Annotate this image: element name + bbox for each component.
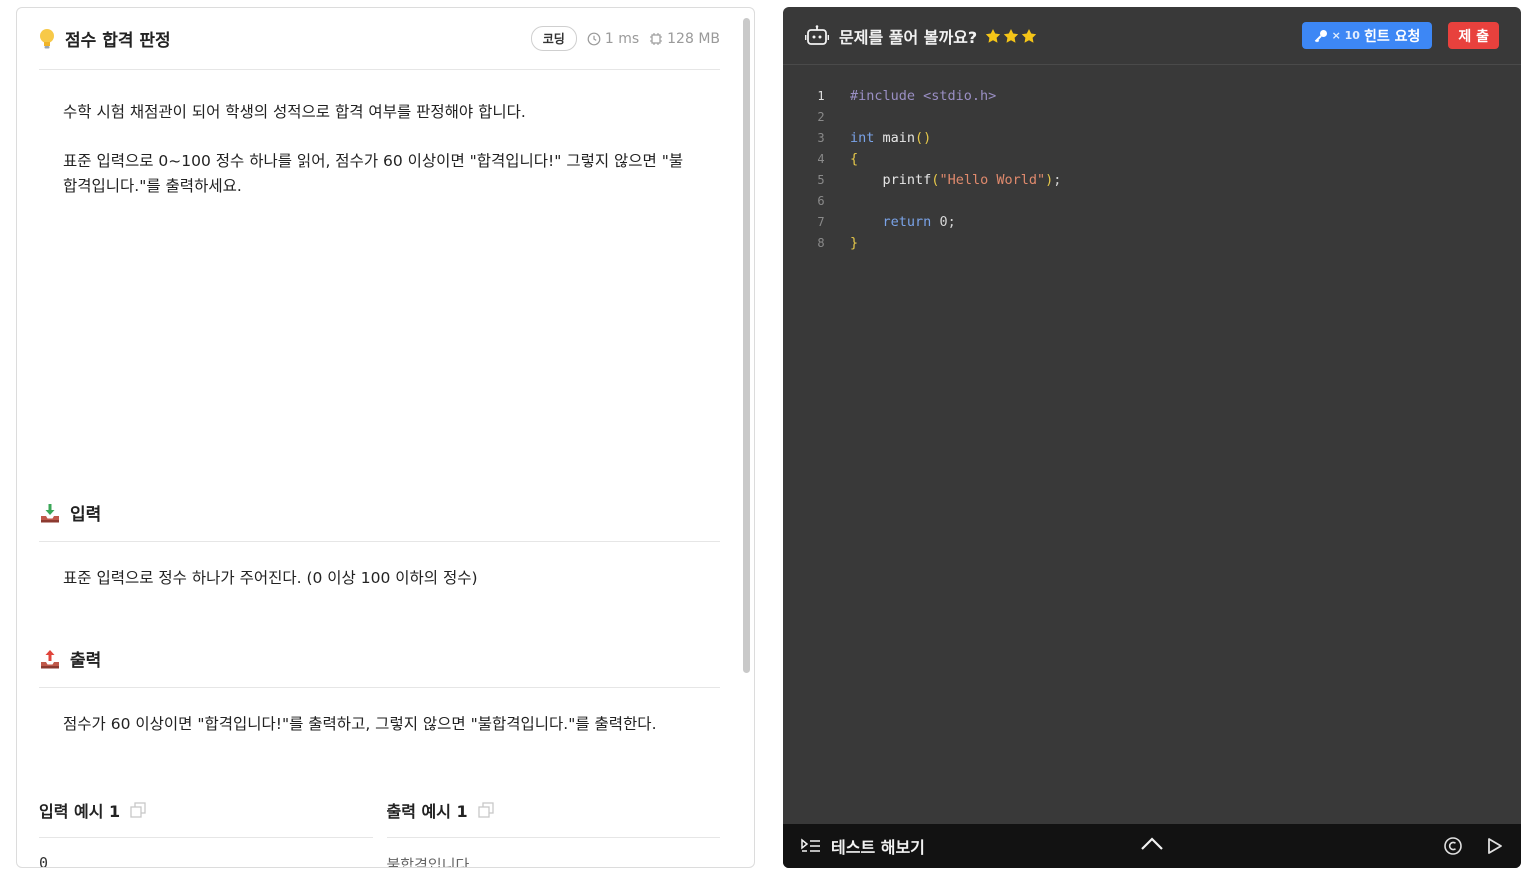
difficulty-stars bbox=[985, 28, 1037, 44]
input-tray-icon bbox=[41, 503, 59, 522]
input-example: 입력 예시 1 0 bbox=[39, 782, 373, 868]
input-section-header: 입력 bbox=[39, 484, 720, 542]
memory-limit: 128 MB bbox=[667, 30, 720, 47]
code-line: 6 bbox=[817, 193, 825, 208]
code-line: 3 int main() bbox=[817, 129, 932, 146]
input-description: 표준 입력으로 정수 하나가 주어진다. (0 이상 100 이하의 정수) bbox=[63, 569, 478, 587]
editor-panel: 문제를 풀어 볼까요? × 10 힌트 요청 제 출 1 #include <st… bbox=[783, 7, 1521, 868]
code-editor[interactable]: 1 #include <stdio.h> 2 3 int main() 4{ 5 p… bbox=[803, 85, 1501, 253]
input-example-title: 입력 예시 1 bbox=[39, 801, 121, 821]
output-section-title: 출력 bbox=[70, 651, 102, 671]
output-example-title: 출력 예시 1 bbox=[386, 801, 468, 821]
editor-title: 문제를 풀어 볼까요? bbox=[839, 27, 978, 47]
problem-scroll-area: 점수 합격 판정 코딩 1 ms 128 MB 수학 시험 채점관이 되어 학생… bbox=[17, 8, 742, 867]
editor-header: 문제를 풀어 볼까요? × 10 힌트 요청 제 출 bbox=[783, 7, 1521, 65]
scrollbar[interactable] bbox=[743, 18, 750, 673]
hint-request-button[interactable]: × 10 힌트 요청 bbox=[1301, 22, 1433, 49]
hint-label: 힌트 요청 bbox=[1363, 28, 1421, 45]
star-icon bbox=[1003, 28, 1019, 43]
test-run-bar[interactable]: 테스트 해보기 bbox=[783, 824, 1521, 868]
test-list-icon bbox=[801, 838, 820, 852]
problem-description: 수학 시험 채점관이 되어 학생의 성적으로 합격 여부를 판정해야 합니다. … bbox=[39, 70, 720, 484]
code-line: 8} bbox=[817, 234, 859, 251]
code-line: 7 return 0; bbox=[817, 213, 956, 230]
problem-panel: 점수 합격 판정 코딩 1 ms 128 MB 수학 시험 채점관이 되어 학생… bbox=[16, 7, 755, 868]
description-paragraph: 표준 입력으로 0~100 정수 하나를 읽어, 점수가 60 이상이면 "합격… bbox=[63, 152, 684, 195]
memory-chip-icon bbox=[650, 32, 663, 45]
output-example-value: 불합격입니다. bbox=[386, 856, 475, 868]
code-line: 5 printf("Hello World"); bbox=[817, 171, 1062, 188]
output-description: 점수가 60 이상이면 "합격입니다!"를 출력하고, 그렇지 않으면 "불합격… bbox=[63, 715, 657, 733]
problem-title: 점수 합격 판정 bbox=[65, 31, 171, 51]
star-icon bbox=[1021, 28, 1037, 43]
clock-icon bbox=[587, 32, 601, 45]
input-section-title: 입력 bbox=[70, 505, 102, 525]
copy-icon[interactable] bbox=[477, 801, 495, 819]
problem-type-tag: 코딩 bbox=[530, 26, 577, 51]
submit-button[interactable]: 제 출 bbox=[1448, 22, 1499, 49]
hint-cost: × 10 bbox=[1331, 29, 1360, 42]
problem-header: 점수 합격 판정 코딩 1 ms 128 MB bbox=[39, 8, 720, 70]
chevron-up-icon[interactable] bbox=[1140, 836, 1164, 852]
input-example-value: 0 bbox=[39, 854, 49, 868]
run-icon[interactable] bbox=[1485, 837, 1503, 855]
output-example: 출력 예시 1 불합격입니다. bbox=[386, 782, 720, 868]
examples: 입력 예시 1 0 출력 예시 1 불합격입니다. bbox=[39, 782, 720, 868]
test-run-label: 테스트 해보기 bbox=[831, 838, 925, 857]
output-tray-icon bbox=[41, 649, 59, 668]
output-section-header: 출력 bbox=[39, 630, 720, 688]
code-line: 4{ bbox=[817, 150, 859, 167]
reset-icon[interactable] bbox=[1443, 836, 1463, 856]
robot-icon bbox=[805, 24, 829, 45]
code-line: 1 #include <stdio.h> bbox=[817, 87, 997, 104]
problem-meta: 코딩 1 ms 128 MB bbox=[530, 26, 720, 51]
time-limit: 1 ms bbox=[604, 30, 640, 47]
star-icon bbox=[985, 28, 1001, 43]
key-icon bbox=[1314, 29, 1327, 42]
code-line: 2 bbox=[817, 109, 825, 124]
copy-icon[interactable] bbox=[129, 801, 147, 819]
description-paragraph: 수학 시험 채점관이 되어 학생의 성적으로 합격 여부를 판정해야 합니다. bbox=[63, 103, 526, 121]
lightbulb-icon bbox=[39, 28, 57, 50]
